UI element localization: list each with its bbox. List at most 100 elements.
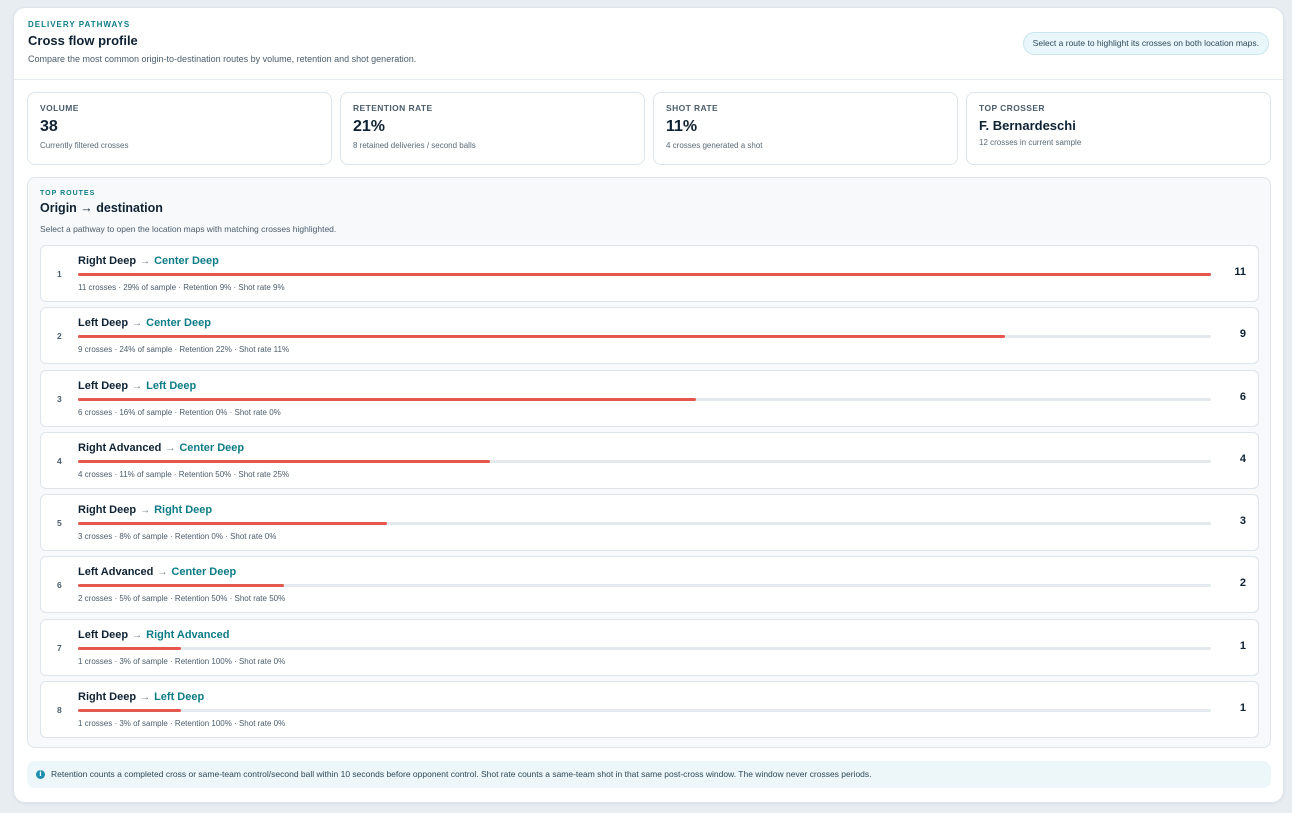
arrow-right-icon: → <box>132 629 143 641</box>
route-meta: 3 crosses · 8% of sample · Retention 0% … <box>78 532 277 542</box>
route-count: 1 <box>1239 639 1246 652</box>
footnote-text: Retention counts a completed cross or sa… <box>51 769 872 779</box>
routes-title: Origin → destination <box>40 201 163 215</box>
route-origin: Left Deep <box>78 317 129 330</box>
route-count: 4 <box>1239 452 1246 465</box>
route-path: Right Deep → Right Deep <box>78 504 212 516</box>
route-rank: 2 <box>57 331 62 342</box>
route-bar-track <box>78 646 1211 650</box>
route-path: Left Deep → Center Deep <box>78 317 211 329</box>
route-destination: Center Deep <box>146 317 211 330</box>
routes-subtitle: Select a pathway to open the location ma… <box>40 224 337 234</box>
route-origin: Left Advanced <box>78 566 154 579</box>
route-row[interactable]: 2 Left Deep → Center Deep 9 crosses · 24% … <box>40 307 1259 365</box>
info-icon: i <box>36 770 45 779</box>
card-label: TOP CROSSER <box>979 103 1045 113</box>
arrow-right-icon: → <box>132 318 143 330</box>
route-bar-track <box>78 522 1211 526</box>
arrow-right-icon: → <box>157 567 168 579</box>
card-value: F. Bernardeschi <box>979 118 1076 133</box>
card-label: VOLUME <box>40 103 79 113</box>
summary-cards: VOLUME 38 Currently filtered crosses RET… <box>27 92 1271 165</box>
arrow-right-icon: → <box>140 692 151 704</box>
route-destination: Right Deep <box>154 504 213 517</box>
arrow-right-icon: → <box>165 442 176 454</box>
route-origin: Right Deep <box>78 255 137 267</box>
route-path: Left Deep → Left Deep <box>78 380 196 392</box>
route-rank: 6 <box>57 580 62 591</box>
card-value: 21% <box>353 118 386 135</box>
route-bar-fill <box>78 397 696 401</box>
route-bar-fill <box>78 646 181 650</box>
route-bar-fill <box>78 335 1005 339</box>
card-value: 38 <box>40 118 58 135</box>
route-origin: Right Advanced <box>78 441 162 454</box>
route-meta: 1 crosses · 3% of sample · Retention 100… <box>78 656 286 666</box>
card-shot-rate: SHOT RATE 11% 4 crosses generated a shot <box>653 92 958 165</box>
card-sub: 8 retained deliveries / second balls <box>353 141 476 150</box>
route-meta: 4 crosses · 11% of sample · Retention 50… <box>78 469 290 479</box>
route-row[interactable]: 3 Left Deep → Left Deep 6 crosses · 16% of… <box>40 369 1259 427</box>
route-list: 1 Right Deep → Center Deep 11 crosses · 29… <box>40 245 1259 743</box>
route-path: Left Advanced → Center Deep <box>78 566 236 578</box>
route-bar-track <box>78 335 1211 339</box>
route-destination: Right Advanced <box>146 628 230 641</box>
route-bar-track <box>78 709 1211 713</box>
route-bar-fill <box>78 273 1211 276</box>
route-row[interactable]: 4 Right Advanced → Center Deep 4 crosses ·… <box>40 431 1259 489</box>
route-rank: 3 <box>57 393 62 404</box>
route-meta: 6 crosses · 16% of sample · Retention 0%… <box>78 407 281 417</box>
route-destination: Left Deep <box>146 379 197 392</box>
route-meta: 9 crosses · 24% of sample · Retention 22… <box>78 345 290 355</box>
card-top-crosser: TOP CROSSER F. Bernardeschi 12 crosses i… <box>966 92 1271 165</box>
route-bar-track <box>78 584 1211 588</box>
route-destination: Left Deep <box>154 691 205 704</box>
route-row[interactable]: 1 Right Deep → Center Deep 11 crosses · 29… <box>40 245 1259 302</box>
card-retention-rate: RETENTION RATE 21% 8 retained deliveries… <box>340 92 645 165</box>
route-count: 3 <box>1239 515 1246 528</box>
top-routes-section: TOP ROUTES Origin → destination Select a… <box>27 177 1271 748</box>
route-destination: Center Deep <box>154 255 219 267</box>
route-rank: 8 <box>57 705 62 716</box>
methodology-footnote: i Retention counts a completed cross or … <box>27 761 1271 788</box>
cross-flow-panel: DELIVERY PATHWAYS Cross flow profile Com… <box>13 7 1284 803</box>
route-count: 6 <box>1239 390 1246 403</box>
page-subtitle: Compare the most common origin-to-destin… <box>28 54 417 64</box>
route-row[interactable]: 6 Left Advanced → Center Deep 2 crosses · … <box>40 556 1259 614</box>
route-bar-fill <box>78 584 284 588</box>
arrow-right-icon: → <box>140 505 151 517</box>
arrow-right-icon: → <box>132 380 143 392</box>
route-destination: Center Deep <box>171 566 237 579</box>
route-path: Right Deep → Center Deep <box>78 255 219 267</box>
route-bar-track <box>78 397 1211 401</box>
panel-header: DELIVERY PATHWAYS Cross flow profile Com… <box>14 8 1283 80</box>
card-volume: VOLUME 38 Currently filtered crosses <box>27 92 332 165</box>
route-row[interactable]: 8 Right Deep → Left Deep 1 crosses · 3% of… <box>40 681 1259 739</box>
route-row[interactable]: 7 Left Deep → Right Advanced 1 crosses · 3… <box>40 618 1259 676</box>
card-label: SHOT RATE <box>666 103 719 113</box>
route-meta: 11 crosses · 29% of sample · Retention 9… <box>78 283 285 292</box>
route-row[interactable]: 5 Right Deep → Right Deep 3 crosses · 8% o… <box>40 494 1259 552</box>
route-count: 1 <box>1239 702 1246 715</box>
route-count: 2 <box>1239 577 1246 590</box>
card-sub: 12 crosses in current sample <box>979 138 1082 147</box>
route-path: Right Advanced → Center Deep <box>78 442 244 454</box>
route-path: Left Deep → Right Advanced <box>78 629 229 641</box>
route-origin: Left Deep <box>78 628 129 641</box>
route-rank: 1 <box>57 269 62 279</box>
route-meta: 2 crosses · 5% of sample · Retention 50%… <box>78 594 286 604</box>
route-count: 9 <box>1239 328 1246 341</box>
routes-eyebrow: TOP ROUTES <box>40 190 96 197</box>
route-origin: Right Deep <box>78 504 137 517</box>
route-bar-fill <box>78 459 490 463</box>
card-sub: Currently filtered crosses <box>40 141 129 150</box>
arrow-right-icon: → <box>140 256 151 267</box>
route-bar-track <box>78 459 1211 463</box>
route-origin: Right Deep <box>78 691 137 704</box>
page-title: Cross flow profile <box>28 33 138 48</box>
route-destination: Center Deep <box>179 441 245 454</box>
card-value: 11% <box>666 118 698 135</box>
header-eyebrow: DELIVERY PATHWAYS <box>28 20 131 29</box>
route-meta: 1 crosses · 3% of sample · Retention 100… <box>78 719 286 729</box>
route-bar-fill <box>78 709 181 713</box>
